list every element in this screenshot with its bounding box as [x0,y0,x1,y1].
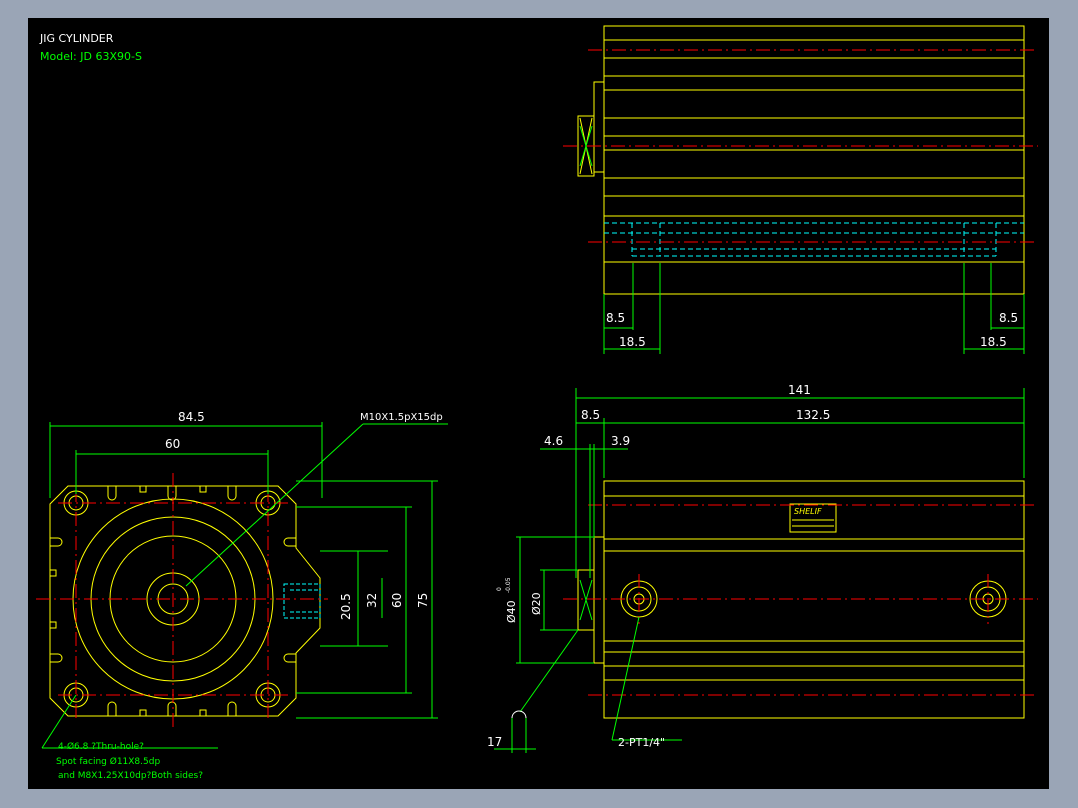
front-port-hidden [283,583,321,619]
brand-plate-lines [792,519,834,527]
hole-note-line1: 4-Ø6.8 ?Thru-hole? [58,741,144,752]
side-view-dimensions [494,388,1025,753]
top-view-body [603,25,1025,295]
dim-width-inner: 60 [165,437,180,451]
dim-body: 132.5 [796,408,830,422]
dim-60: 60 [390,593,404,608]
dim-8-5: 8.5 [581,408,600,422]
hole-note-line3: and M8X1.25X10dp?Both sides? [58,771,203,781]
top-view-hidden-lines [604,222,1024,257]
front-view-outline [49,485,321,717]
dim-left-small: 8.5 [606,311,625,325]
brand-label: SHELIF [794,507,822,516]
dim-bore-dia: Ø40 [505,600,518,623]
dim-overall: 141 [788,383,811,397]
dim-4-6: 4.6 [544,434,563,448]
dim-right-large: 18.5 [980,335,1007,349]
port-callout: 2-PT1/4" [618,736,665,749]
dim-tolerance-upper: 0 [496,587,503,591]
dim-tolerance-lower: -0.05 [505,577,512,593]
drawing-title: JIG CYLINDER [39,32,114,45]
dim-17: 17 [487,735,502,749]
front-view-dimensions [41,422,448,749]
dim-width-outer: 84.5 [178,410,205,424]
dim-rod-dia: Ø20 [530,592,543,615]
top-view-dimensions [603,263,1025,354]
front-view [49,485,321,717]
side-rod-hex [579,579,593,621]
hole-note-line2: Spot facing Ø11X8.5dp [56,756,160,767]
thread-callout: M10X1.5pX15dp [360,412,443,423]
dim-20-5: 20.5 [339,593,353,620]
drawing-canvas: JIG CYLINDER Model: JD 63X90-S 8.5 18.5 … [36,25,1038,781]
dim-75: 75 [416,593,430,608]
model-label: Model: JD 63X90-S [40,50,142,63]
dim-right-small: 8.5 [999,311,1018,325]
dim-3-9: 3.9 [611,434,630,448]
dim-left-large: 18.5 [619,335,646,349]
top-view [577,25,1025,295]
cad-drawing-viewport[interactable]: JIG CYLINDER Model: JD 63X90-S 8.5 18.5 … [28,18,1049,789]
dim-32: 32 [365,593,379,608]
rod-end-symbol [511,710,527,719]
